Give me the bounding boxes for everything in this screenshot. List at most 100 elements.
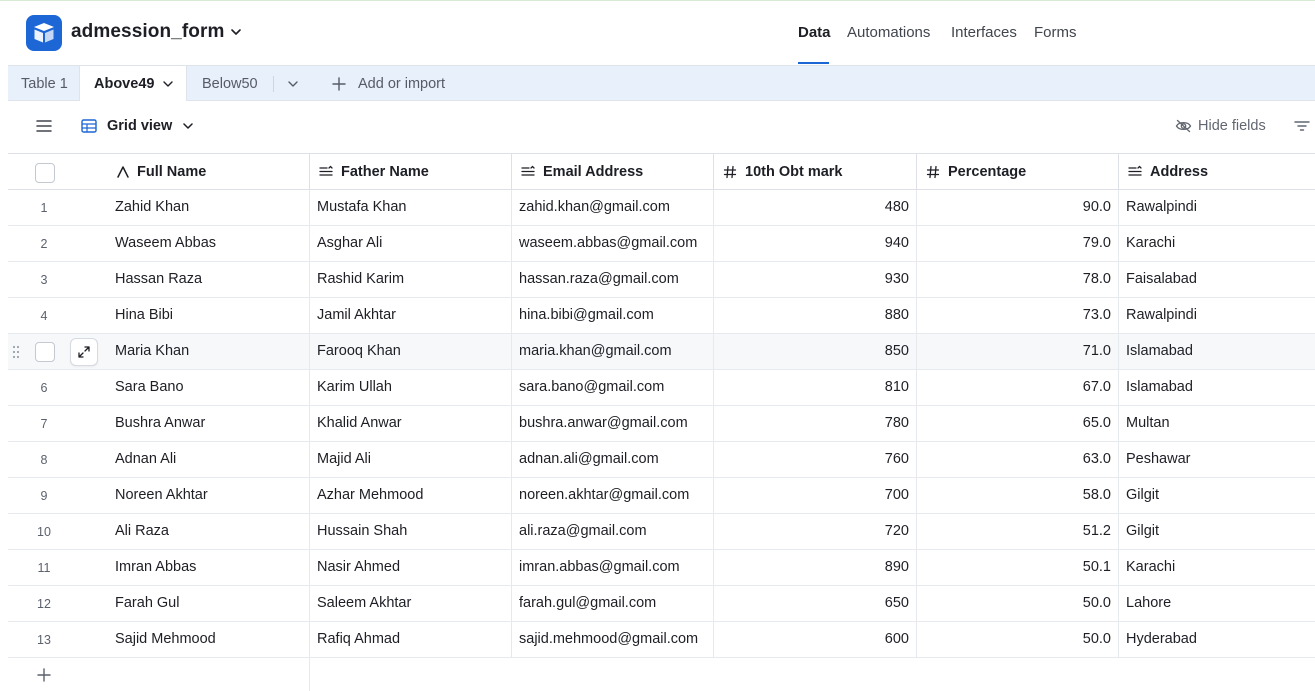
cell-email[interactable]: adnan.ali@gmail.com: [512, 442, 714, 477]
cell-address[interactable]: Islamabad: [1119, 334, 1315, 369]
cell-email[interactable]: noreen.akhtar@gmail.com: [512, 478, 714, 513]
tab-below50[interactable]: Below50: [202, 66, 258, 101]
cell-percentage[interactable]: 50.0: [917, 586, 1119, 621]
nav-interfaces[interactable]: Interfaces: [951, 24, 1017, 41]
cell-full-name[interactable]: Noreen Akhtar: [108, 478, 310, 513]
cell-obt-mark[interactable]: 720: [714, 514, 917, 549]
cell-full-name[interactable]: Zahid Khan: [108, 190, 310, 225]
column-header-obt-mark[interactable]: 10th Obt mark: [714, 153, 917, 190]
table-row[interactable]: 6 Sara Bano Karim Ullah sara.bano@gmail.com…: [8, 370, 1315, 406]
table-row[interactable]: 8 Adnan Ali Majid Ali adnan.ali@gmail.com 76…: [8, 442, 1315, 478]
cell-email[interactable]: maria.khan@gmail.com: [512, 334, 714, 369]
cell-obt-mark[interactable]: 930: [714, 262, 917, 297]
cell-father-name[interactable]: Saleem Akhtar: [310, 586, 512, 621]
cell-email[interactable]: ali.raza@gmail.com: [512, 514, 714, 549]
cell-full-name[interactable]: Adnan Ali: [108, 442, 310, 477]
table-row[interactable]: 2 Waseem Abbas Asghar Ali waseem.abbas@gmai…: [8, 226, 1315, 262]
base-title[interactable]: admession_form: [71, 21, 224, 43]
drag-handle-icon[interactable]: [11, 344, 21, 360]
cell-email[interactable]: hina.bibi@gmail.com: [512, 298, 714, 333]
select-all-checkbox[interactable]: [35, 163, 55, 183]
cell-father-name[interactable]: Rashid Karim: [310, 262, 512, 297]
cell-father-name[interactable]: Khalid Anwar: [310, 406, 512, 441]
cell-address[interactable]: Rawalpindi: [1119, 298, 1315, 333]
table-row[interactable]: 3 Hassan Raza Rashid Karim hassan.raza@gmai…: [8, 262, 1315, 298]
column-header-email[interactable]: Email Address: [512, 153, 714, 190]
cell-full-name[interactable]: Ali Raza: [108, 514, 310, 549]
cell-address[interactable]: Peshawar: [1119, 442, 1315, 477]
cell-address[interactable]: Rawalpindi: [1119, 190, 1315, 225]
cell-full-name[interactable]: Bushra Anwar: [108, 406, 310, 441]
cell-email[interactable]: zahid.khan@gmail.com: [512, 190, 714, 225]
cell-email[interactable]: sara.bano@gmail.com: [512, 370, 714, 405]
cell-percentage[interactable]: 58.0: [917, 478, 1119, 513]
cell-obt-mark[interactable]: 700: [714, 478, 917, 513]
cell-percentage[interactable]: 73.0: [917, 298, 1119, 333]
all-tables-dropdown[interactable]: [286, 66, 300, 101]
cell-obt-mark[interactable]: 480: [714, 190, 917, 225]
cell-full-name[interactable]: Hina Bibi: [108, 298, 310, 333]
cell-obt-mark[interactable]: 850: [714, 334, 917, 369]
cell-full-name[interactable]: Farah Gul: [108, 586, 310, 621]
cell-obt-mark[interactable]: 890: [714, 550, 917, 585]
cell-percentage[interactable]: 51.2: [917, 514, 1119, 549]
cell-address[interactable]: Lahore: [1119, 586, 1315, 621]
cell-full-name[interactable]: Sara Bano: [108, 370, 310, 405]
add-record-button[interactable]: [8, 657, 310, 691]
hide-fields-button[interactable]: Hide fields: [1175, 118, 1266, 134]
cell-full-name[interactable]: Imran Abbas: [108, 550, 310, 585]
cell-father-name[interactable]: Farooq Khan: [310, 334, 512, 369]
cell-father-name[interactable]: Nasir Ahmed: [310, 550, 512, 585]
cell-father-name[interactable]: Hussain Shah: [310, 514, 512, 549]
cell-obt-mark[interactable]: 880: [714, 298, 917, 333]
cell-obt-mark[interactable]: 600: [714, 622, 917, 657]
cell-full-name[interactable]: Waseem Abbas: [108, 226, 310, 261]
cell-full-name[interactable]: Maria Khan: [108, 334, 310, 369]
cell-email[interactable]: imran.abbas@gmail.com: [512, 550, 714, 585]
cell-father-name[interactable]: Rafiq Ahmad: [310, 622, 512, 657]
cell-obt-mark[interactable]: 940: [714, 226, 917, 261]
cell-percentage[interactable]: 50.1: [917, 550, 1119, 585]
cell-address[interactable]: Hyderabad: [1119, 622, 1315, 657]
nav-data[interactable]: Data: [798, 24, 831, 41]
cell-obt-mark[interactable]: 810: [714, 370, 917, 405]
cell-percentage[interactable]: 67.0: [917, 370, 1119, 405]
chevron-down-icon[interactable]: [229, 25, 243, 39]
table-row[interactable]: 10 Ali Raza Hussain Shah ali.raza@gmail.com…: [8, 514, 1315, 550]
cell-address[interactable]: Gilgit: [1119, 514, 1315, 549]
cell-obt-mark[interactable]: 650: [714, 586, 917, 621]
table-row[interactable]: 4 Hina Bibi Jamil Akhtar hina.bibi@gmail.co…: [8, 298, 1315, 334]
cell-email[interactable]: waseem.abbas@gmail.com: [512, 226, 714, 261]
column-header-address[interactable]: Address: [1119, 153, 1315, 190]
table-row[interactable]: 9 Noreen Akhtar Azhar Mehmood noreen.akhtar…: [8, 478, 1315, 514]
cell-email[interactable]: sajid.mehmood@gmail.com: [512, 622, 714, 657]
table-row[interactable]: 13 Sajid Mehmood Rafiq Ahmad sajid.mehmood@…: [8, 622, 1315, 658]
cell-percentage[interactable]: 63.0: [917, 442, 1119, 477]
cell-email[interactable]: hassan.raza@gmail.com: [512, 262, 714, 297]
cell-percentage[interactable]: 65.0: [917, 406, 1119, 441]
nav-forms[interactable]: Forms: [1034, 24, 1077, 41]
tab-table-1[interactable]: Table 1: [21, 66, 68, 101]
table-row[interactable]: 7 Bushra Anwar Khalid Anwar bushra.anwar@gm…: [8, 406, 1315, 442]
cell-email[interactable]: farah.gul@gmail.com: [512, 586, 714, 621]
cell-address[interactable]: Multan: [1119, 406, 1315, 441]
cell-email[interactable]: bushra.anwar@gmail.com: [512, 406, 714, 441]
cell-father-name[interactable]: Majid Ali: [310, 442, 512, 477]
cell-address[interactable]: Gilgit: [1119, 478, 1315, 513]
column-header-percentage[interactable]: Percentage: [917, 153, 1119, 190]
base-logo-icon[interactable]: [26, 15, 62, 51]
tab-above49[interactable]: Above49: [79, 66, 187, 102]
cell-percentage[interactable]: 79.0: [917, 226, 1119, 261]
cell-obt-mark[interactable]: 780: [714, 406, 917, 441]
cell-obt-mark[interactable]: 760: [714, 442, 917, 477]
table-row[interactable]: Maria Khan Farooq Khan maria.khan@gmail.co…: [8, 334, 1315, 370]
table-row[interactable]: 1 Zahid Khan Mustafa Khan zahid.khan@gmail.…: [8, 190, 1315, 226]
add-or-import-button[interactable]: Add or import: [332, 66, 445, 101]
sidebar-toggle-button[interactable]: [36, 119, 52, 133]
table-row[interactable]: 11 Imran Abbas Nasir Ahmed imran.abbas@gmai…: [8, 550, 1315, 586]
cell-percentage[interactable]: 50.0: [917, 622, 1119, 657]
cell-father-name[interactable]: Mustafa Khan: [310, 190, 512, 225]
cell-father-name[interactable]: Jamil Akhtar: [310, 298, 512, 333]
nav-automations[interactable]: Automations: [847, 24, 930, 41]
cell-percentage[interactable]: 90.0: [917, 190, 1119, 225]
